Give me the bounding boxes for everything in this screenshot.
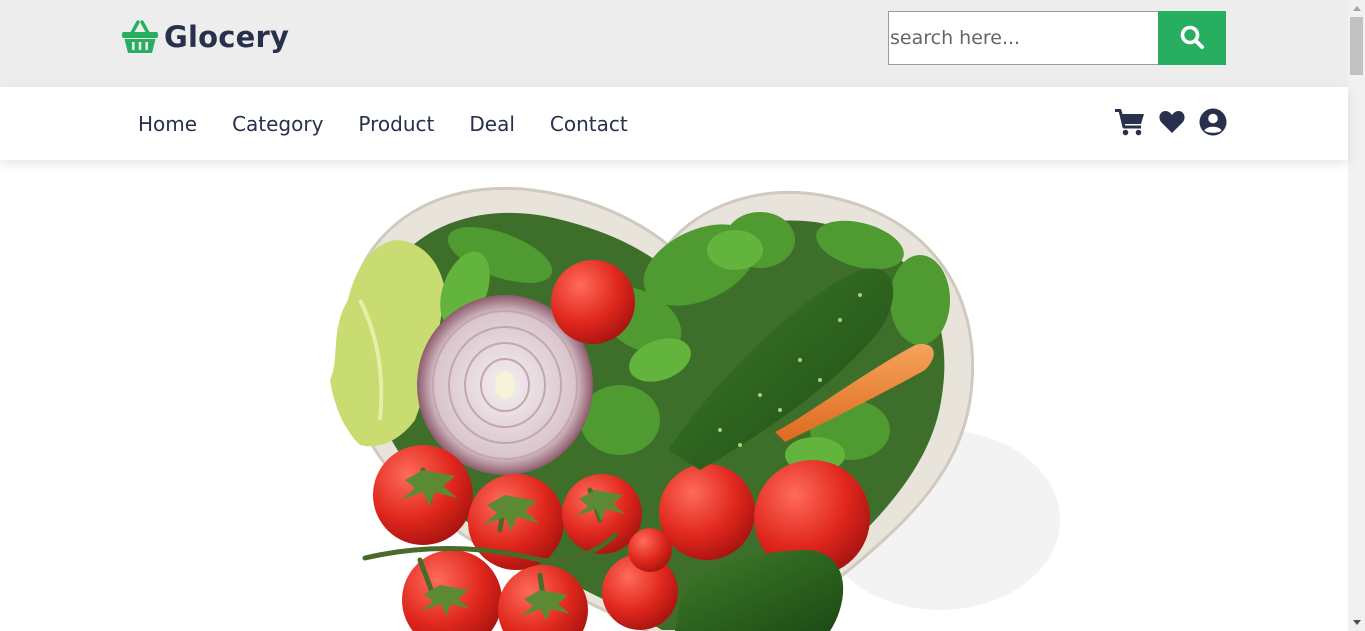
scroll-thumb[interactable] bbox=[1350, 17, 1363, 75]
search-button[interactable] bbox=[1158, 11, 1226, 65]
logo-text: Glocery bbox=[164, 20, 290, 54]
user-circle-icon[interactable] bbox=[1199, 108, 1227, 136]
nav-icons bbox=[1114, 108, 1227, 136]
nav-link-deal[interactable]: Deal bbox=[469, 112, 515, 136]
shopping-basket-icon bbox=[121, 20, 159, 54]
shopping-cart-icon[interactable] bbox=[1114, 108, 1145, 136]
search-form bbox=[888, 11, 1226, 65]
scroll-down-arrow-icon[interactable] bbox=[1348, 614, 1365, 631]
vertical-scrollbar[interactable] bbox=[1348, 0, 1365, 631]
logo[interactable]: Glocery bbox=[121, 20, 289, 54]
search-icon bbox=[1179, 24, 1205, 53]
main-navbar: Home Category Product Deal Contact bbox=[0, 87, 1348, 160]
nav-link-home[interactable]: Home bbox=[138, 112, 197, 136]
hero-section bbox=[0, 160, 1348, 631]
nav-link-contact[interactable]: Contact bbox=[550, 112, 628, 136]
hero-vegetables-image bbox=[330, 186, 1060, 631]
nav-links: Home Category Product Deal Contact bbox=[138, 87, 663, 160]
scroll-up-arrow-icon[interactable] bbox=[1348, 0, 1365, 17]
nav-link-category[interactable]: Category bbox=[232, 112, 323, 136]
heart-icon[interactable] bbox=[1158, 109, 1186, 135]
nav-link-product[interactable]: Product bbox=[358, 112, 434, 136]
top-header: Glocery bbox=[0, 0, 1348, 87]
search-input[interactable] bbox=[888, 11, 1158, 65]
